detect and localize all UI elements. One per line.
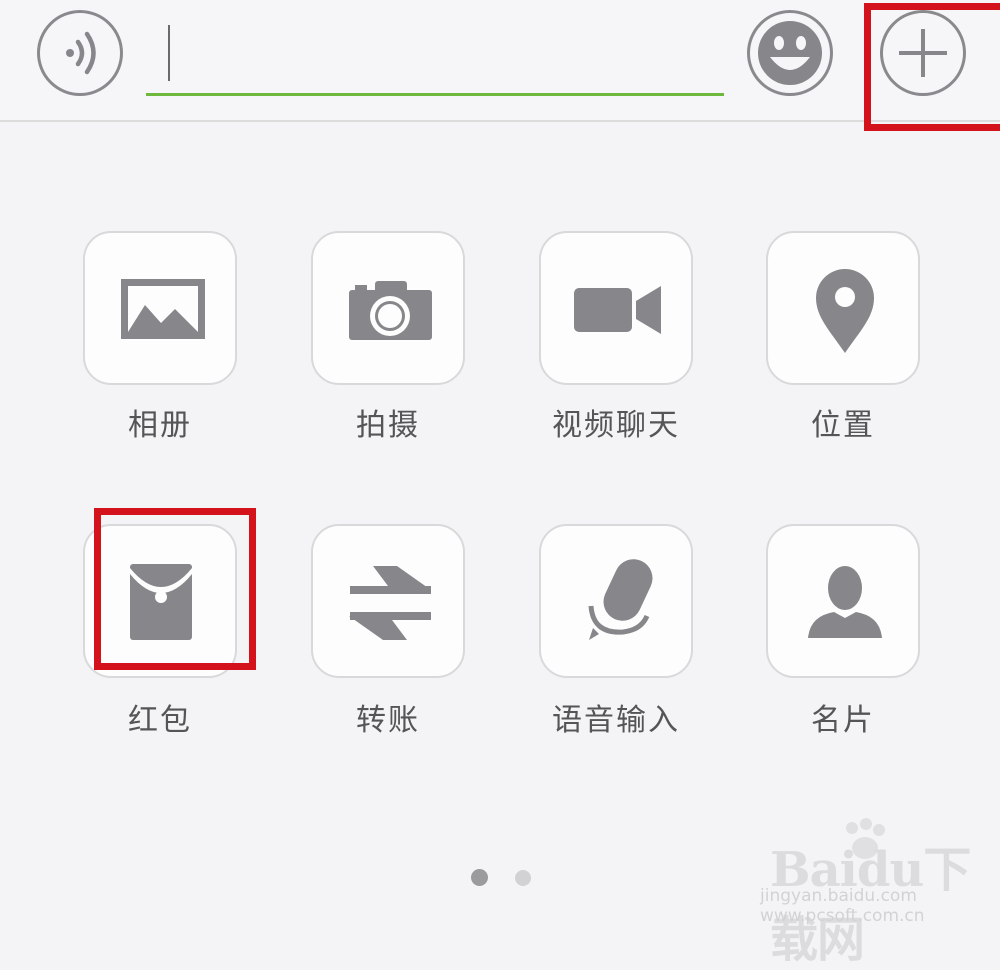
location-label: 位置 bbox=[811, 408, 875, 443]
video-call-tile[interactable] bbox=[539, 231, 693, 385]
location-tile[interactable] bbox=[766, 231, 920, 385]
voice-icon bbox=[66, 31, 96, 75]
watermark: Baidu下载网 jingyan.baidu.com www.pcsoft.co… bbox=[760, 800, 1000, 968]
contact-card-tile[interactable] bbox=[766, 524, 920, 678]
album-label: 相册 bbox=[128, 408, 192, 443]
message-input[interactable] bbox=[146, 20, 724, 96]
album-icon bbox=[121, 279, 205, 339]
transfer-tile[interactable] bbox=[311, 524, 465, 678]
video-call-icon bbox=[574, 286, 661, 334]
highlight-box-red-packet bbox=[94, 508, 256, 670]
page-dot-inactive[interactable] bbox=[515, 870, 531, 886]
contact-card-label: 名片 bbox=[811, 703, 875, 738]
text-caret bbox=[168, 25, 170, 81]
page-dot-active[interactable] bbox=[471, 869, 488, 886]
transfer-icon bbox=[349, 566, 431, 640]
contact-card-icon bbox=[808, 566, 882, 638]
watermark-site: jingyan.baidu.com www.pcsoft.com.cn bbox=[760, 886, 925, 926]
album-tile[interactable] bbox=[83, 231, 237, 385]
location-icon bbox=[816, 269, 874, 353]
camera-label: 拍摄 bbox=[356, 408, 420, 443]
camera-icon bbox=[349, 281, 432, 340]
voice-button[interactable] bbox=[37, 10, 123, 96]
red-packet-label: 红包 bbox=[128, 703, 192, 738]
transfer-label: 转账 bbox=[356, 703, 420, 738]
emoji-button[interactable] bbox=[747, 10, 833, 96]
input-toolbar bbox=[0, 0, 1000, 122]
camera-tile[interactable] bbox=[311, 231, 465, 385]
highlight-box-plus bbox=[864, 3, 1000, 131]
video-call-label: 视频聊天 bbox=[552, 408, 680, 443]
emoji-icon bbox=[758, 21, 822, 85]
microphone-icon bbox=[588, 559, 653, 640]
voice-input-tile[interactable] bbox=[539, 524, 693, 678]
voice-input-label: 语音输入 bbox=[552, 703, 680, 738]
